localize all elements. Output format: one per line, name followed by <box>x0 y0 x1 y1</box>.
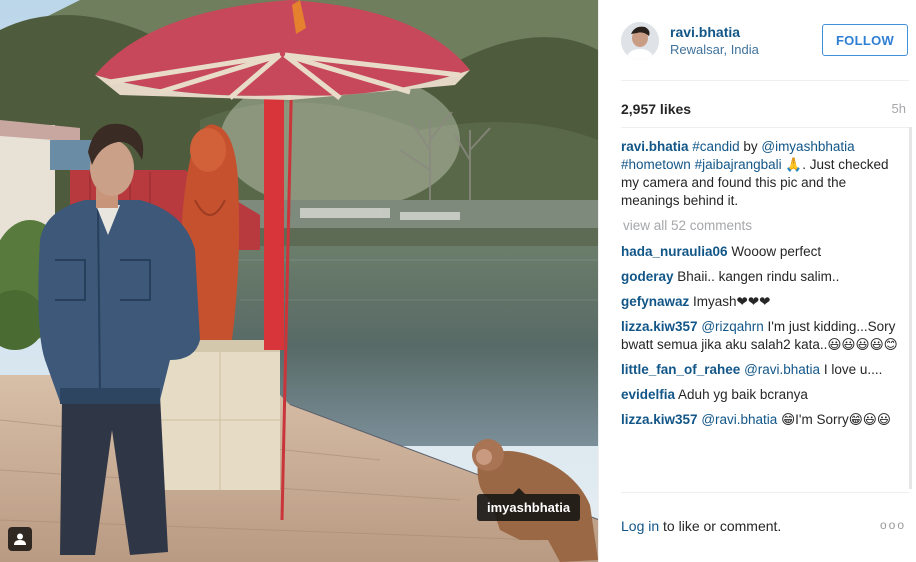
mention-link[interactable]: @ravi.bhatia <box>744 362 820 377</box>
comment-item: little_fan_of_rahee @ravi.bhatia I love … <box>621 361 907 379</box>
divider <box>621 492 909 493</box>
photo-user-tag[interactable]: imyashbhatia <box>477 488 581 521</box>
post-author-username[interactable]: ravi.bhatia <box>670 24 740 40</box>
post-caption: ravi.bhatia #candid by @imyashbhatia #ho… <box>621 138 907 210</box>
hashtag-link[interactable]: #candid <box>692 139 739 154</box>
comment-username[interactable]: little_fan_of_rahee <box>621 362 740 377</box>
comment-username[interactable]: gefynawaz <box>621 294 689 309</box>
comment-username[interactable]: lizza.kiw357 <box>621 319 698 334</box>
comment-username[interactable]: goderay <box>621 269 674 284</box>
likes-count[interactable]: 2,957 likes <box>621 101 691 117</box>
more-options-button[interactable]: ooo <box>880 518 906 532</box>
login-prompt: Log in to like or comment. <box>621 518 781 534</box>
view-all-comments-link[interactable]: view all 52 comments <box>623 217 907 235</box>
divider <box>621 127 909 128</box>
mention-link[interactable]: @rizqahrn <box>701 319 763 334</box>
login-link[interactable]: Log in <box>621 518 659 534</box>
comment-text: Imyash❤❤❤ <box>693 294 771 309</box>
comment-item: goderay Bhaii.. kangen rindu salim.. <box>621 268 907 286</box>
avatar[interactable] <box>621 22 659 60</box>
comment-item: gefynawaz Imyash❤❤❤ <box>621 293 907 311</box>
user-tag-toggle-button[interactable] <box>8 527 32 551</box>
login-prompt-text: to like or comment. <box>659 518 782 534</box>
comment-item: hada_nuraulia06 Wooow perfect <box>621 243 907 261</box>
comment-text: Aduh yg baik bcranya <box>678 387 808 402</box>
comment-username[interactable]: lizza.kiw357 <box>621 412 698 427</box>
comment-text: I love u.... <box>820 362 883 377</box>
person-icon <box>14 533 26 545</box>
photo-illustration <box>0 0 598 562</box>
comment-username[interactable]: evidelfia <box>621 387 675 402</box>
post-location[interactable]: Rewalsar, India <box>670 42 759 57</box>
comment-item: lizza.kiw357 @ravi.bhatia 😁I'm Sorry😁😃😃 <box>621 411 907 429</box>
divider <box>621 80 909 81</box>
comment-text: Bhaii.. kangen rindu salim.. <box>677 269 840 284</box>
comment-item: lizza.kiw357 @rizqahrn I'm just kidding.… <box>621 318 907 354</box>
post-timestamp[interactable]: 5h <box>892 101 906 116</box>
mention-link[interactable]: @imyashbhatia <box>761 139 854 154</box>
post-header: ravi.bhatia Rewalsar, India FOLLOW <box>599 0 916 80</box>
post-side-panel: ravi.bhatia Rewalsar, India FOLLOW 2,957… <box>598 0 916 562</box>
hashtag-link[interactable]: #jaibajrangbali <box>695 157 782 172</box>
comments-scrollbar[interactable] <box>909 127 912 489</box>
comment-item: evidelfia Aduh yg baik bcranya <box>621 386 907 404</box>
post-photo[interactable]: imyashbhatia <box>0 0 598 562</box>
instagram-post: imyashbhatia ravi.bhatia Rewalsar, India… <box>0 0 916 562</box>
comments-list: ravi.bhatia #candid by @imyashbhatia #ho… <box>621 138 907 492</box>
caption-username[interactable]: ravi.bhatia <box>621 139 689 154</box>
comment-text: 😁I'm Sorry😁😃😃 <box>777 412 891 427</box>
comment-username[interactable]: hada_nuraulia06 <box>621 244 728 259</box>
hashtag-link[interactable]: #hometown <box>621 157 691 172</box>
avatar-image <box>621 22 659 60</box>
caption-text: by <box>739 139 762 154</box>
follow-button[interactable]: FOLLOW <box>822 24 908 56</box>
comment-text: Wooow perfect <box>731 244 822 259</box>
mention-link[interactable]: @ravi.bhatia <box>701 412 777 427</box>
